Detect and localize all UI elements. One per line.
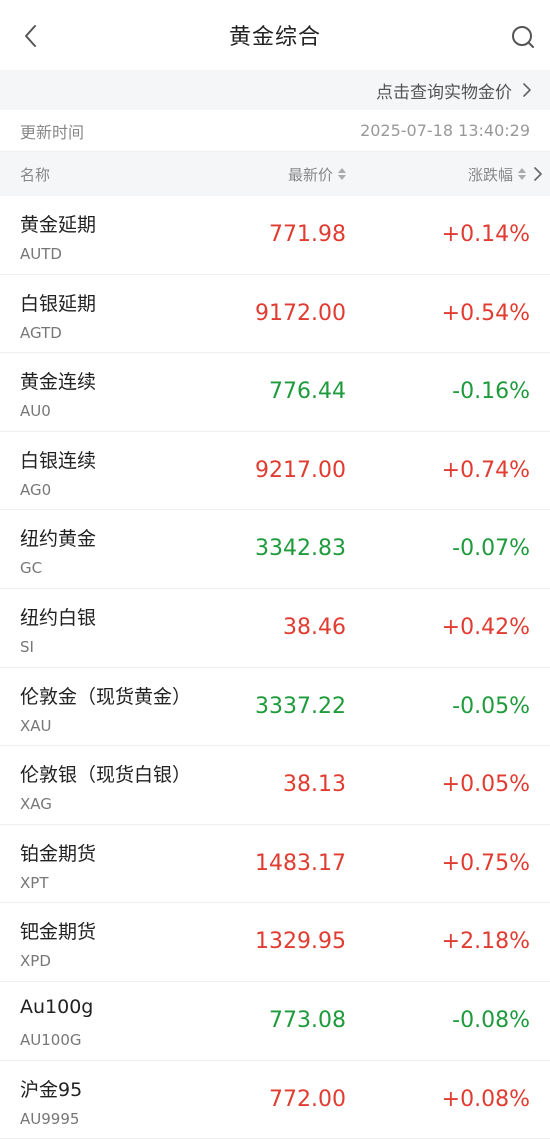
row-change: +0.08%	[441, 1086, 530, 1112]
row-code: AG0	[20, 480, 52, 499]
row-price: 38.46	[283, 614, 346, 640]
row-price: 38.13	[283, 772, 346, 798]
row-change: +2.18%	[441, 929, 530, 955]
row-change: +0.05%	[441, 772, 530, 798]
row-name: 沪金95	[20, 1078, 83, 1101]
update-time-label: 更新时间	[20, 122, 85, 142]
row-change: +0.14%	[441, 222, 530, 247]
table-row[interactable]: 黄金连续 AU0 776.44 -0.16%	[0, 353, 550, 432]
row-code: AGTD	[20, 323, 62, 342]
row-name: 纽约白银	[20, 606, 97, 629]
row-name: 钯金期货	[20, 921, 97, 944]
row-price: 9172.00	[255, 300, 346, 326]
table-row[interactable]: 黄金延期 AUTD 771.98 +0.14%	[0, 196, 550, 275]
row-change: -0.07%	[452, 536, 530, 562]
chevron-left-icon[interactable]	[18, 23, 44, 49]
chevron-right-icon[interactable]	[532, 167, 544, 181]
table-row[interactable]: 白银连续 AG0 9217.00 +0.74%	[0, 432, 550, 511]
row-code: AU9995	[20, 1109, 80, 1128]
quote-list: 黄金延期 AUTD 771.98 +0.14% 白银延期 AGTD 9172.00 +0.54…	[0, 196, 550, 1140]
column-change-label: 涨跌幅	[467, 165, 513, 184]
row-price: 772.00	[269, 1086, 346, 1112]
column-price-header[interactable]: 最新价	[288, 164, 346, 185]
row-code: XAU	[20, 716, 52, 735]
column-name-header: 名称	[20, 165, 51, 184]
table-row[interactable]: 伦敦银（现货白银） XAG 38.13 +0.05%	[0, 746, 550, 825]
sort-icon	[338, 168, 346, 180]
row-price: 3337.22	[255, 693, 346, 719]
table-row[interactable]: 沪金95 AU9995 772.00 +0.08%	[0, 1061, 550, 1140]
table-row[interactable]: Au100g AU100G 773.08 -0.08%	[0, 982, 550, 1061]
row-code: AU100G	[20, 1030, 82, 1049]
row-price: 3342.83	[255, 536, 346, 562]
table-row[interactable]: 铂金期货 XPT 1483.17 +0.75%	[0, 825, 550, 904]
update-time-bar: 更新时间 2025-07-18 13:40:29	[0, 110, 550, 152]
row-change: -0.08%	[452, 1007, 530, 1033]
row-change: +0.75%	[441, 850, 530, 876]
row-change: +0.42%	[441, 614, 530, 640]
top-nav-bar: 黄金综合	[0, 0, 550, 70]
row-change: +0.54%	[441, 300, 530, 326]
row-price: 776.44	[269, 379, 346, 405]
row-name: 黄金延期	[20, 214, 97, 236]
search-icon[interactable]	[510, 24, 536, 50]
physical-gold-price-link[interactable]: 点击查询实物金价	[0, 70, 550, 110]
row-code: SI	[20, 637, 34, 656]
row-code: XAG	[20, 795, 52, 814]
row-change: -0.05%	[452, 693, 530, 719]
row-name: 白银延期	[20, 292, 97, 315]
update-time-value: 2025-07-18 13:40:29	[360, 121, 530, 140]
row-code: XPT	[20, 873, 49, 892]
row-price: 771.98	[269, 222, 346, 247]
table-row[interactable]: 纽约黄金 GC 3342.83 -0.07%	[0, 510, 550, 589]
table-row[interactable]: 钯金期货 XPD 1329.95 +2.18%	[0, 903, 550, 982]
row-name: 黄金连续	[20, 371, 97, 394]
sort-icon	[518, 168, 526, 180]
row-name: 伦敦银（现货白银）	[20, 764, 192, 787]
row-name: 白银连续	[20, 449, 97, 472]
physical-gold-price-label: 点击查询实物金价	[376, 82, 512, 103]
table-row[interactable]: 伦敦金（现货黄金） XAU 3337.22 -0.05%	[0, 668, 550, 747]
row-code: XPD	[20, 952, 51, 971]
row-price: 9217.00	[255, 457, 346, 483]
page-title: 黄金综合	[228, 25, 321, 50]
chevron-right-icon	[523, 83, 531, 97]
row-price: 773.08	[269, 1007, 346, 1033]
row-price: 1483.17	[255, 850, 346, 876]
row-code: AU0	[20, 402, 51, 421]
column-change-header[interactable]: 涨跌幅	[468, 164, 526, 185]
table-row[interactable]: 纽约白银 SI 38.46 +0.42%	[0, 589, 550, 668]
column-price-label: 最新价	[287, 165, 333, 184]
row-name: 伦敦金（现货黄金）	[20, 685, 192, 708]
row-name: 铂金期货	[20, 842, 97, 865]
table-header: 名称 最新价 涨跌幅	[0, 152, 550, 196]
table-row[interactable]: 白银延期 AGTD 9172.00 +0.54%	[0, 275, 550, 354]
row-name: 纽约黄金	[20, 528, 97, 551]
row-code: AUTD	[20, 245, 62, 263]
row-price: 1329.95	[255, 929, 346, 955]
row-change: +0.74%	[441, 457, 530, 483]
row-name: Au100g	[20, 995, 94, 1018]
row-code: GC	[20, 559, 43, 578]
row-change: -0.16%	[452, 379, 530, 405]
